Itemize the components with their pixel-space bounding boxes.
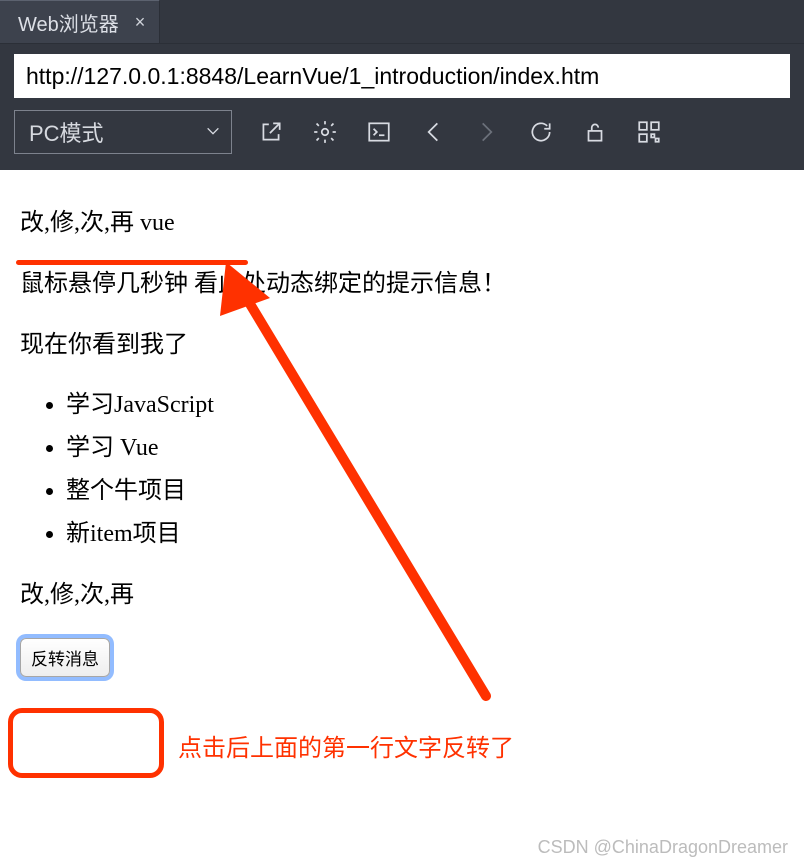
qr-icon[interactable] bbox=[636, 119, 662, 145]
text-line-2: 鼠标悬停几秒钟 看此处动态绑定的提示信息！ bbox=[20, 267, 784, 302]
pop-out-icon[interactable] bbox=[258, 119, 284, 145]
gear-icon[interactable] bbox=[312, 119, 338, 145]
mode-select[interactable]: PC模式 bbox=[14, 110, 232, 154]
reverse-button[interactable]: 反转消息 bbox=[20, 638, 110, 677]
list-item: 学习 Vue bbox=[66, 431, 784, 466]
close-icon[interactable]: × bbox=[129, 12, 152, 33]
toolbar-icons bbox=[258, 119, 662, 145]
url-bar-row: http://127.0.0.1:8848/LearnVue/1_introdu… bbox=[0, 44, 804, 110]
tab-title: Web浏览器 bbox=[18, 8, 119, 37]
list-item: 新item项目 bbox=[66, 517, 784, 552]
text-line-1: 改,修,次,再 vue bbox=[20, 206, 784, 241]
console-icon[interactable] bbox=[366, 119, 392, 145]
todo-list: 学习JavaScript 学习 Vue 整个牛项目 新item项目 bbox=[20, 388, 784, 551]
watermark: CSDN @ChinaDragonDreamer bbox=[538, 837, 788, 858]
list-item: 整个牛项目 bbox=[66, 474, 784, 509]
mode-select-label: PC模式 bbox=[29, 116, 104, 148]
refresh-icon[interactable] bbox=[528, 119, 554, 145]
browser-chrome: Web浏览器 × http://127.0.0.1:8848/LearnVue/… bbox=[0, 0, 804, 170]
list-item: 学习JavaScript bbox=[66, 388, 784, 423]
text-line-3: 现在你看到我了 bbox=[20, 328, 784, 363]
chevron-down-icon bbox=[205, 119, 221, 145]
back-icon[interactable] bbox=[420, 119, 446, 145]
toolbar: PC模式 bbox=[0, 110, 804, 170]
annotation-text: 点击后上面的第一行文字反转了 bbox=[178, 728, 514, 763]
tab-web-browser[interactable]: Web浏览器 × bbox=[0, 0, 160, 43]
text-line-4: 改,修,次,再 bbox=[20, 578, 784, 613]
url-input[interactable]: http://127.0.0.1:8848/LearnVue/1_introdu… bbox=[14, 54, 790, 98]
rendered-page: 改,修,次,再 vue 鼠标悬停几秒钟 看此处动态绑定的提示信息！ 现在你看到我… bbox=[0, 170, 804, 723]
lock-icon[interactable] bbox=[582, 119, 608, 145]
tab-bar: Web浏览器 × bbox=[0, 0, 804, 44]
forward-icon bbox=[474, 119, 500, 145]
